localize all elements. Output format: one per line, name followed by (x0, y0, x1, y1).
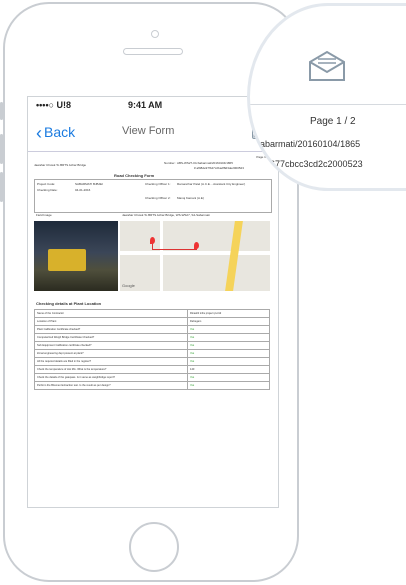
officer2-label: Checking Officer 2: (145, 196, 171, 200)
table-row: Zonal engineering dept present at plant?… (34, 350, 270, 358)
field-photo (34, 221, 118, 291)
checking-date-value: 04-01-2016 (75, 188, 91, 192)
status-time: 9:41 AM (128, 100, 163, 110)
form-title: Road Checking Form (114, 173, 155, 178)
home-button[interactable] (129, 522, 179, 572)
table-row: Check the details of the gatepass. Is it… (34, 374, 270, 382)
route-header: Jawahar Chowk To BRTS Achar Bridge (34, 163, 87, 167)
phone-screen: ••••○ U!8 9:41 AM ‹ Back View Form Page 1… (27, 96, 279, 508)
answer-cell: Yes (190, 384, 195, 387)
officer1-label: Checking Officer 1: (145, 182, 171, 186)
table-row: All the required details are filled in t… (34, 358, 270, 366)
question-cell: Sub Equipment Calibration certificate ch… (35, 342, 188, 349)
question-cell: Check the details of the gatepass. Is it… (35, 374, 188, 381)
nav-title: View Form (122, 125, 175, 137)
project-info-table: Project Code: SABARMATI BJBJEI Checking … (34, 179, 272, 213)
answer-cell: Yes (190, 352, 195, 355)
table-row: Sub Equipment Calibration certificate ch… (34, 342, 270, 350)
table-row: Perform the Bitumen Extraction test. Is … (34, 382, 270, 390)
form-document: Page 1 / 2 Number : ABS-WS27-04-Sabarmat… (34, 155, 272, 390)
answer-cell: Yes (190, 376, 195, 379)
page-indicator: Page 1 / 2 (256, 155, 270, 159)
answer-cell: Yes (190, 360, 195, 363)
map-brand: Google (122, 283, 135, 288)
carrier-signal: ••••○ U!8 (36, 100, 72, 110)
volume-up-button (0, 134, 3, 164)
front-camera (151, 30, 159, 38)
field-image-label: Field Image (36, 213, 52, 217)
table-row: Location of Plant Dehegam (34, 318, 270, 326)
magnifier-page-indicator: Page 1 / 2 (310, 116, 356, 127)
magnifier-callout: Page 1 / 2 Sabarmati/20160104/1865 f9f67… (250, 6, 406, 188)
form-hash: # af98de97fb47c2ba2f8d3de2000523 (194, 166, 244, 170)
magnifier-divider (250, 104, 406, 105)
question-cell: Name of the Contractor (35, 310, 188, 317)
form-number: Number : ABS-WS27-04-Sabarmati/20160104/… (164, 161, 233, 165)
answer-cell: Yes (190, 328, 195, 331)
table-row: Plant Calibration Certificate checked? Ye… (34, 326, 270, 334)
status-bar: ••••○ U!8 9:41 AM (28, 97, 278, 113)
map-pin-start-icon (150, 237, 155, 244)
answer-cell: 140 (190, 368, 195, 371)
question-cell: Perform the Bitumen Extraction test. Is … (35, 382, 188, 389)
question-cell: Zonal engineering dept present at plant? (35, 350, 188, 357)
location-text: Jawahar Chowk To BRTS Achar Bridge, WS-W… (122, 213, 210, 217)
answer-cell: Rinashil infra project pvt.ltd (190, 312, 222, 315)
answer-cell: Yes (190, 336, 195, 339)
navigation-bar: ‹ Back View Form (28, 113, 278, 152)
officer2-value: Manoj Kamani (A.E) (177, 196, 204, 200)
question-cell: All the required details are filled in t… (35, 358, 188, 365)
table-row: Computerized Weigh Bridge Certificate Ch… (34, 334, 270, 342)
question-cell: Location of Plant (35, 318, 188, 325)
chevron-left-icon: ‹ (36, 123, 42, 143)
volume-down-button (0, 172, 3, 202)
checking-date-label: Checking Date: (37, 188, 58, 192)
back-label: Back (44, 124, 76, 140)
magnifier-form-hash: f9f677cbcc3cd2c2000523 (260, 159, 363, 169)
question-cell: Check the temperature of Hot Mix. What i… (35, 366, 188, 373)
project-code-value: SABARMATI BJBJEI (75, 182, 103, 186)
back-button[interactable]: ‹ Back (36, 123, 75, 144)
officer1-value: Ramanchar Patel (A.C.E. - Assistant City… (177, 182, 246, 186)
road-roller-image (48, 249, 86, 271)
earpiece-speaker (123, 48, 183, 55)
table-row: Check the temperature of Hot Mix. What i… (34, 366, 270, 374)
section-title: Checking details at Plant Location (36, 301, 102, 306)
question-cell: Plant Calibration Certificate checked? (35, 326, 188, 333)
answer-cell: Dehegam (190, 320, 202, 323)
mute-switch (0, 102, 3, 120)
magnifier-form-number: Sabarmati/20160104/1865 (254, 139, 361, 149)
project-code-label: Project Code: (37, 182, 56, 186)
question-cell: Computerized Weigh Bridge Certificate Ch… (35, 334, 188, 341)
table-row: Name of the Contractor Rinashil infra pro… (34, 310, 270, 318)
location-map[interactable]: Google (120, 221, 270, 291)
answer-cell: Yes (190, 344, 195, 347)
envelope-open-icon (309, 50, 345, 81)
checking-details-table: Name of the Contractor Rinashil infra pro… (34, 309, 270, 390)
map-pin-end-icon (194, 242, 199, 249)
